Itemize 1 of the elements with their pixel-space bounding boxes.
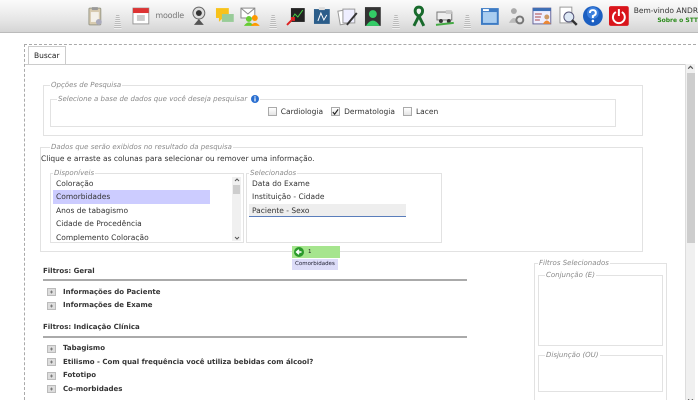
moodle-logo[interactable]: moodle xyxy=(155,10,184,22)
